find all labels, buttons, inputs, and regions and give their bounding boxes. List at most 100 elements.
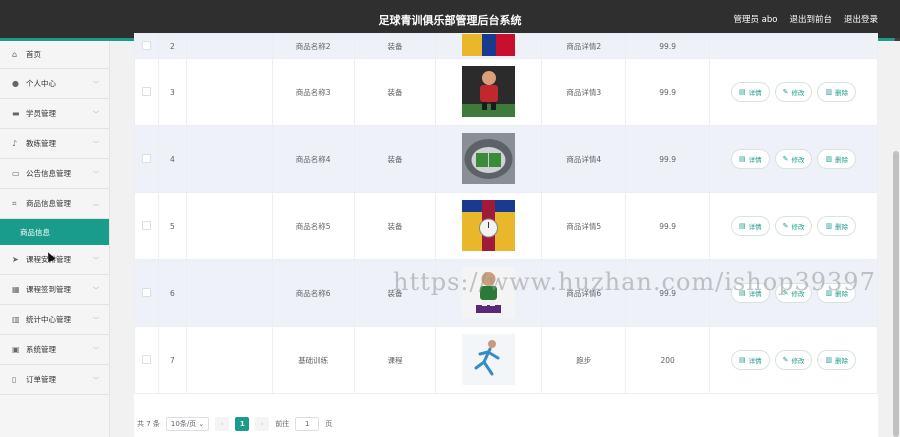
send-icon: ➤ [12, 255, 19, 264]
row-index: 2 [157, 33, 187, 59]
goods-image-watch [462, 199, 516, 251]
goods-price: 200 [625, 326, 711, 394]
goods-price: 99.9 [625, 33, 711, 59]
row-checkbox[interactable] [141, 287, 151, 297]
document-icon: ▤ [738, 356, 746, 364]
goods-name: 商品名称6 [271, 259, 355, 327]
goods-detail: 商品详情6 [541, 259, 627, 327]
goto-page-input[interactable]: 1 [295, 417, 320, 431]
goods-image-jersey [462, 34, 516, 56]
next-page-button[interactable]: › [255, 417, 270, 431]
home-icon: ⌂ [12, 50, 18, 59]
row-checkbox[interactable] [141, 40, 151, 50]
delete-button[interactable]: ▥ 删除 [817, 350, 857, 370]
edit-button[interactable]: ✎ 修改 [774, 350, 813, 370]
table-row[interactable]: 3 商品名称3 装备 商品详情3 99.9 ▤ 详情 ✎ 修改 ▥ 删除 [134, 58, 878, 126]
detail-button[interactable]: ▤ 详情 [730, 216, 770, 236]
page-unit-label: 页 [325, 420, 333, 428]
document-icon: ▤ [738, 88, 746, 96]
chevron-right-icon: › [260, 420, 264, 428]
chevron-up-icon: ︿ [92, 201, 99, 208]
trash-icon: ▥ [825, 289, 833, 297]
edit-icon: ✎ [782, 356, 789, 364]
goods-detail: 跑步 [541, 326, 627, 394]
delete-button[interactable]: ▥ 删除 [817, 216, 857, 236]
goods-name: 商品名称3 [271, 58, 355, 126]
chevron-down-icon: ﹀ [92, 171, 99, 178]
goods-category: 装备 [353, 192, 437, 260]
delete-button[interactable]: ▥ 删除 [817, 283, 857, 303]
chevron-down-icon: ﹀ [92, 317, 99, 324]
scrollbar-thumb[interactable] [893, 151, 899, 437]
row-checkbox[interactable] [141, 153, 151, 163]
sidebar-item-home[interactable]: ⌂ 首页 [0, 41, 109, 69]
sidebar-item-coaches[interactable]: ♪ 教练管理 ﹀ [0, 129, 109, 159]
delete-button[interactable]: ▥ 删除 [817, 149, 857, 169]
sidebar-item-checkin[interactable]: ▦ 课程签到管理 ﹀ [0, 275, 109, 305]
row-checkbox[interactable] [141, 220, 151, 230]
table-row[interactable]: 4 商品名称4 装备 商品详情4 99.9 ▤ 详情 ✎ 修改 ▥ 删除 [134, 125, 878, 193]
table-row[interactable]: 6 商品名称6 装备 商品详情6 99.9 ▤ 详情 ✎ 修改 ▥ 删除 [134, 259, 878, 327]
row-index: 4 [157, 125, 187, 193]
document-icon: ▤ [738, 155, 746, 163]
page-number-current[interactable]: 1 [235, 417, 250, 431]
goods-detail: 商品详情4 [541, 125, 627, 193]
goods-table: 2 商品名称2 装备 商品详情2 99.9 3 商品名称3 装备 商品详情3 9… [134, 33, 878, 394]
sidebar-item-stats[interactable]: ▥ 统计中心管理 ﹀ [0, 305, 109, 335]
goods-name: 商品名称4 [271, 125, 355, 193]
edit-button[interactable]: ✎ 修改 [774, 283, 813, 303]
sidebar-subitem-goods-info[interactable]: 商品信息 [0, 219, 109, 245]
students-icon: ▬ [12, 109, 20, 118]
goods-category: 课程 [353, 326, 437, 394]
edit-button[interactable]: ✎ 修改 [774, 216, 813, 236]
table-row[interactable]: 2 商品名称2 装备 商品详情2 99.9 [134, 33, 878, 59]
trash-icon: ▥ [825, 155, 833, 163]
calendar-icon: ▦ [12, 285, 20, 294]
goods-price: 99.9 [625, 125, 711, 193]
edit-icon: ✎ [782, 155, 789, 163]
sidebar-item-goods[interactable]: ⌗ 商品信息管理 ︿ [0, 189, 109, 219]
row-checkbox[interactable] [141, 86, 151, 96]
chevron-down-icon: ﹀ [92, 141, 99, 148]
window-icon: ▣ [12, 345, 20, 354]
sidebar-item-schedule[interactable]: ➤ 课程安排管理 ﹀ [0, 245, 109, 275]
chevron-down-icon: ﹀ [92, 81, 99, 88]
chevron-down-icon: ﹀ [92, 287, 99, 294]
edit-button[interactable]: ✎ 修改 [774, 149, 813, 169]
table-row[interactable]: 5 商品名称5 装备 商品详情5 99.9 ▤ 详情 ✎ 修改 ▥ 删除 [134, 192, 878, 260]
prev-page-button[interactable]: ‹ [215, 417, 230, 431]
sidebar-item-system[interactable]: ▣ 系统管理 ﹀ [0, 335, 109, 365]
barcode-icon: ▥ [12, 315, 20, 324]
page-scrollbar[interactable] [892, 41, 900, 437]
edit-button[interactable]: ✎ 修改 [774, 82, 813, 102]
detail-button[interactable]: ▤ 详情 [730, 82, 770, 102]
logout-link[interactable]: 退出登录 [844, 13, 878, 25]
sidebar-item-orders[interactable]: ▯ 订单管理 ﹀ [0, 365, 109, 395]
goods-detail: 商品详情3 [541, 58, 627, 126]
chevron-left-icon: ‹ [220, 420, 224, 428]
sidebar-item-notices[interactable]: ▭ 公告信息管理 ﹀ [0, 159, 109, 189]
page-size-select[interactable]: 10条/页 ⌄ [165, 417, 210, 431]
detail-button[interactable]: ▤ 详情 [730, 283, 770, 303]
file-icon: ▯ [12, 375, 17, 384]
detail-button[interactable]: ▤ 详情 [730, 149, 770, 169]
chevron-down-icon: ﹀ [92, 377, 99, 384]
mic-icon: ♪ [12, 139, 18, 148]
sidebar-item-profile[interactable]: ● 个人中心 ﹀ [0, 69, 109, 99]
trash-icon: ▥ [825, 222, 833, 230]
goods-price: 99.9 [625, 259, 711, 327]
pagination: 共 7 条 10条/页 ⌄ ‹ 1 › 前往 1 页 [134, 413, 878, 435]
to-front-link[interactable]: 退出到前台 [789, 13, 832, 25]
sidebar-item-label: 订单管理 [26, 375, 56, 384]
goods-name: 商品名称2 [271, 33, 355, 59]
edit-icon: ✎ [782, 222, 789, 230]
delete-button[interactable]: ▥ 删除 [817, 82, 857, 102]
message-icon: ▭ [12, 169, 20, 178]
trash-icon: ▥ [825, 88, 833, 96]
row-index: 5 [157, 192, 187, 260]
sidebar-item-label: 公告信息管理 [26, 169, 71, 178]
row-checkbox[interactable] [141, 354, 151, 364]
detail-button[interactable]: ▤ 详情 [730, 350, 770, 370]
table-row[interactable]: 7 基础训练 课程 跑步 200 ▤ 详情 ✎ 修改 ▥ 删除 [134, 326, 878, 394]
sidebar-item-students[interactable]: ▬ 学员管理 ﹀ [0, 99, 109, 129]
